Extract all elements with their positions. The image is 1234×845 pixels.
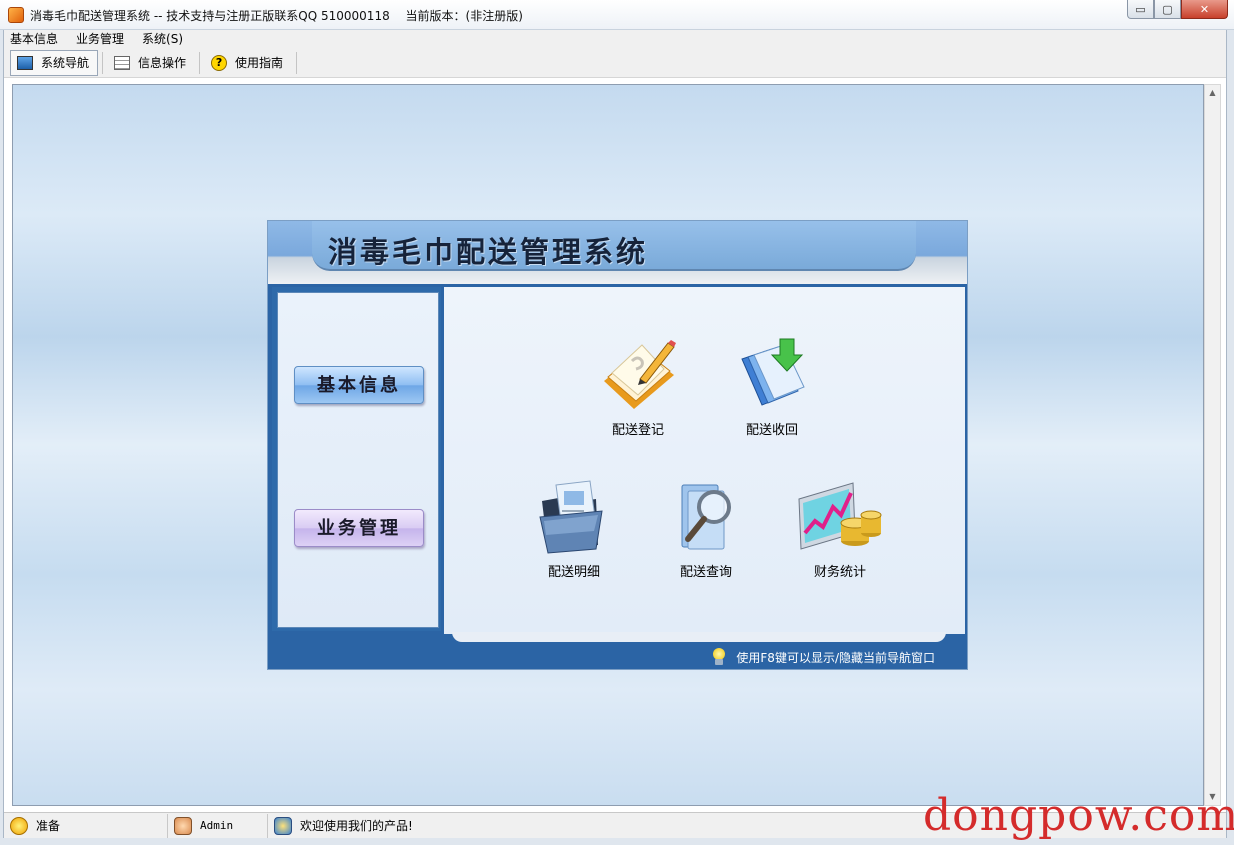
app-icon: [8, 7, 24, 23]
scroll-up-icon[interactable]: ▲: [1205, 85, 1220, 101]
watermark-text: dongpow.com: [923, 790, 1234, 841]
status-ready-text: 准备: [36, 819, 61, 833]
toolbar-user-guide[interactable]: ? 使用指南: [204, 50, 292, 76]
tile-delivery-query[interactable]: 配送查询: [656, 477, 756, 580]
window-frame-left: [0, 30, 4, 845]
toolbar-system-nav[interactable]: 系统导航: [10, 49, 99, 76]
side-menu-body: 基本信息 业务管理: [277, 292, 439, 628]
basic-info-button[interactable]: 基本信息: [294, 366, 424, 404]
lightbulb-icon: [712, 648, 726, 666]
maximize-button[interactable]: ▢: [1154, 0, 1181, 19]
tile-finance-stats-label: 财务统计: [813, 565, 866, 580]
toolbar-user-guide-label: 使用指南: [235, 56, 284, 70]
finance-chart-coins-icon: [798, 482, 882, 550]
title-bar: 消毒毛巾配送管理系统 -- 技术支持与注册正版联系QQ 510000118 当前…: [0, 0, 1234, 30]
toolbar: 系统导航 信息操作 ? 使用指南: [4, 48, 1226, 78]
tile-delivery-register-label: 配送登记: [611, 423, 664, 438]
f8-hint: 使用F8键可以显示/隐藏当前导航窗口: [712, 648, 935, 666]
navigation-icon: [17, 55, 33, 70]
window-frame-right: [1226, 30, 1234, 845]
toolbar-separator: [199, 51, 201, 74]
business-management-button[interactable]: 业务管理: [294, 509, 424, 547]
notebook-pencil-icon: [604, 340, 676, 409]
toolbar-separator: [102, 51, 104, 74]
toolbar-system-nav-label: 系统导航: [41, 56, 90, 70]
tile-delivery-detail[interactable]: 配送明细: [524, 477, 624, 580]
status-welcome-text: 欢迎使用我们的产品!: [300, 819, 413, 833]
documents-download-icon: [741, 338, 805, 406]
panel-header: 消毒毛巾配送管理系统: [268, 221, 967, 284]
user-icon: [174, 816, 192, 835]
status-user: Admin: [168, 813, 268, 838]
navigation-panel: 消毒毛巾配送管理系统 基本信息 业务管理 配送登记 配送收回 配送明细 配送查询…: [267, 220, 968, 670]
magnifier-search-icon: [681, 484, 731, 550]
ready-icon: [10, 816, 28, 835]
folder-documents-icon: [539, 480, 603, 554]
tile-delivery-query-label: 配送查询: [679, 565, 732, 580]
close-button[interactable]: ✕: [1181, 0, 1228, 19]
tile-delivery-return[interactable]: 配送收回: [722, 335, 822, 438]
panel-title: 消毒毛巾配送管理系统: [328, 235, 649, 269]
window-controls: ▭ ▢ ✕: [1127, 0, 1228, 19]
toolbar-separator: [296, 51, 298, 74]
vertical-scrollbar[interactable]: ▲ ▼: [1204, 84, 1221, 806]
window-title: 消毒毛巾配送管理系统 -- 技术支持与注册正版联系QQ 510000118 当前…: [30, 9, 523, 23]
tile-delivery-detail-label: 配送明细: [547, 565, 600, 580]
users-group-icon: [274, 816, 292, 835]
menu-basic-info[interactable]: 基本信息: [10, 30, 58, 48]
status-welcome: 欢迎使用我们的产品!: [268, 814, 528, 838]
status-user-text: Admin: [200, 819, 234, 832]
status-ready: 准备: [4, 813, 168, 838]
side-menu: 基本信息 业务管理: [272, 287, 441, 631]
tile-delivery-return-label: 配送收回: [745, 423, 798, 438]
f8-hint-text: 使用F8键可以显示/隐藏当前导航窗口: [736, 650, 935, 665]
tile-finance-stats[interactable]: 财务统计: [790, 477, 890, 580]
tile-delivery-register[interactable]: 配送登记: [588, 335, 688, 438]
toolbar-info-ops-label: 信息操作: [138, 56, 187, 70]
menu-system[interactable]: 系统(S): [142, 30, 183, 48]
help-icon: ?: [211, 54, 228, 71]
menu-bar: 基本信息 业务管理 系统(S): [4, 30, 1226, 48]
toolbar-info-ops[interactable]: 信息操作: [107, 50, 195, 76]
menu-business[interactable]: 业务管理: [76, 30, 124, 48]
panel-footer-curve: [452, 632, 946, 642]
minimize-button[interactable]: ▭: [1127, 0, 1154, 19]
function-tiles-area: 配送登记 配送收回 配送明细 配送查询 财务统计: [444, 287, 965, 634]
info-grid-icon: [114, 55, 131, 70]
